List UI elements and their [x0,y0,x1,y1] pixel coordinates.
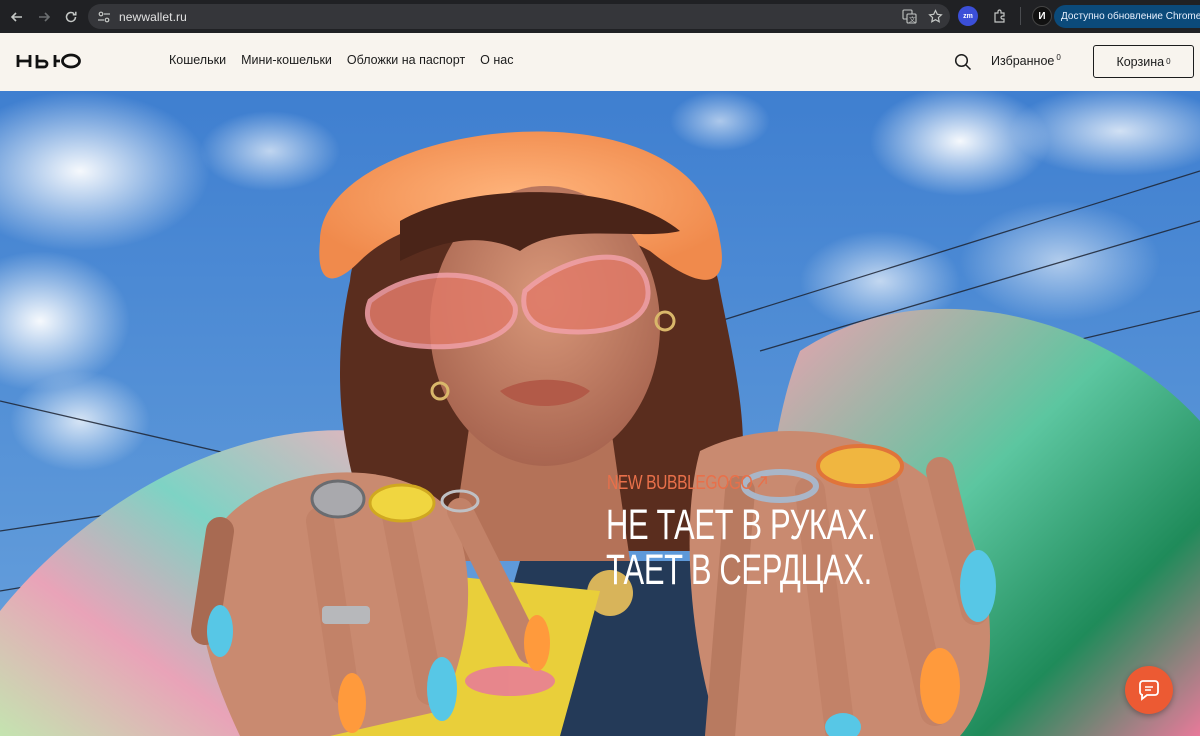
cart-button[interactable]: Корзина 0 [1093,45,1194,78]
cart-count: 0 [1166,57,1171,66]
search-icon [954,53,972,71]
hero-banner[interactable]: NEW BUBBLEGOGO НЕ ТАЕТ В РУКАХ. ТАЕТ В С… [0,91,1200,736]
toolbar-divider [1020,7,1021,25]
arrow-right-icon [39,11,51,22]
favorites-count: 0 [1056,53,1061,62]
arrow-up-right-icon [757,472,768,495]
translate-icon[interactable]: 文 [900,7,918,25]
nav-link-wallets[interactable]: Кошельки [169,53,226,67]
url-text[interactable]: newwallet.ru [119,10,187,24]
chat-widget-button[interactable] [1125,666,1173,714]
logo-wordmark [16,53,81,69]
hero-title: НЕ ТАЕТ В РУКАХ. ТАЕТ В СЕРДЦАХ. [606,501,876,594]
arrow-left-icon [10,11,22,22]
extensions-puzzle-icon[interactable] [989,6,1009,26]
favorites-label: Избранное [991,54,1055,69]
hero-eyebrow-link[interactable]: NEW BUBBLEGOGO [607,472,768,495]
hero-photo [0,91,1200,736]
hero-title-line-2: ТАЕТ В СЕРДЦАХ. [606,546,872,594]
main-navigation: Кошельки Мини-кошельки Обложки на паспор… [169,53,513,67]
favorites-link[interactable]: Избранное 0 [991,53,1061,68]
cart-label: Корзина [1116,54,1165,69]
address-bar[interactable]: newwallet.ru 文 [88,4,950,29]
site-info-icon[interactable] [93,8,115,26]
chat-icon [1139,680,1159,701]
bookmark-star-icon[interactable] [926,7,944,25]
svg-text:文: 文 [909,14,916,23]
site-header: Кошельки Мини-кошельки Обложки на паспор… [0,33,1200,91]
forward-button[interactable] [31,4,57,30]
hero-title-line-1: НЕ ТАЕТ В РУКАХ. [606,501,876,549]
reload-icon [65,11,77,22]
nav-link-mini-wallets[interactable]: Мини-кошельки [241,53,332,67]
nav-link-passport-covers[interactable]: Обложки на паспорт [347,53,465,67]
browser-toolbar: newwallet.ru 文 zm И Доступно обновление … [0,0,1200,33]
search-button[interactable] [953,52,973,72]
nav-link-about[interactable]: О нас [480,53,513,67]
reload-button[interactable] [58,4,84,30]
back-button[interactable] [4,4,30,30]
chrome-update-button[interactable]: Доступно обновление Chrome [1054,5,1200,28]
site-logo[interactable] [16,52,84,70]
profile-avatar[interactable]: И [1032,6,1052,26]
hero-eyebrow-text: NEW BUBBLEGOGO [607,472,753,494]
zoom-extension-icon[interactable]: zm [958,6,978,26]
